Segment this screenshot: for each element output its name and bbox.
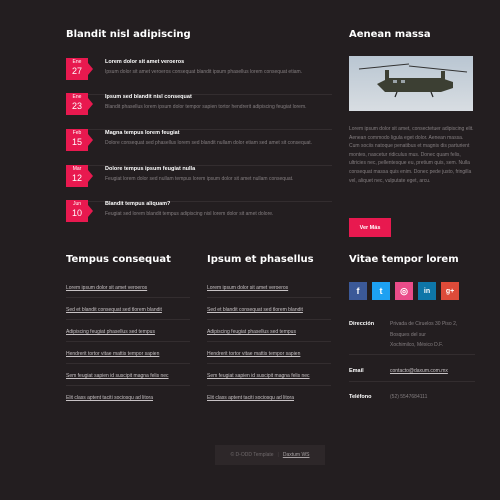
link-item[interactable]: Lorem ipsum dolor sit amet veroeros bbox=[66, 285, 147, 291]
address-label: Dirección bbox=[349, 321, 375, 327]
divider bbox=[66, 297, 190, 298]
event-day: 10 bbox=[71, 208, 82, 218]
link-item[interactable]: Elit class aptent taciti sociosqu ad lit… bbox=[66, 395, 153, 401]
event-month: Ene bbox=[72, 59, 82, 65]
divider bbox=[66, 341, 190, 342]
footer-bar: © D-ODD Template | Daxtum WS bbox=[215, 445, 325, 465]
event-text: Feugiat lorem dolor sed nullam tempus lo… bbox=[105, 176, 294, 182]
link-item[interactable]: Adipiscing feugiat phasellus sed tempus bbox=[207, 329, 296, 335]
event-month: Mar bbox=[72, 166, 82, 172]
address-line: Bosques del sur bbox=[390, 332, 426, 338]
event-item[interactable]: Ene 23 Ipsum sed blandit nisl consequat B… bbox=[66, 93, 332, 130]
dribbble-icon[interactable]: ◎ bbox=[395, 282, 413, 300]
event-item[interactable]: Feb 15 Magna tempus lorem feugiat Dolore … bbox=[66, 129, 332, 166]
event-text: Ipsum dolor sit amet veroeros consequat … bbox=[105, 69, 303, 75]
event-day: 23 bbox=[71, 101, 82, 111]
event-title[interactable]: Magna tempus lorem feugiat bbox=[105, 130, 180, 136]
ver-mas-button[interactable]: Ver Más bbox=[349, 218, 391, 237]
event-item[interactable]: Mar 12 Dolore tempus ipsum feugiat nulla … bbox=[66, 165, 332, 202]
event-day: 27 bbox=[71, 66, 82, 76]
address-line: Xochimilco, México D.F. bbox=[390, 342, 444, 348]
email-label: Email bbox=[349, 368, 364, 374]
linkedin-icon[interactable]: in bbox=[418, 282, 436, 300]
contact-title: Vitae tempor lorem bbox=[349, 254, 459, 265]
divider bbox=[207, 297, 331, 298]
divider bbox=[207, 319, 331, 320]
divider bbox=[349, 381, 475, 382]
event-month: Jun bbox=[72, 201, 82, 207]
link-item[interactable]: Sed et blandit consequat sed tlorem blan… bbox=[207, 307, 303, 313]
copyright-text: © D-ODD Template bbox=[230, 452, 274, 458]
footer-link[interactable]: Daxtum WS bbox=[283, 452, 310, 458]
about-text: Lorem ipsum dolor sit amet, consectetuer… bbox=[349, 126, 474, 184]
helicopter-image bbox=[349, 56, 473, 111]
phone-value: (52) 5547684111 bbox=[390, 394, 428, 400]
address-line: Privada de Ciruelos 30 Piso 2, bbox=[390, 321, 458, 327]
divider bbox=[66, 363, 190, 364]
link-item[interactable]: Sed et blandit consequat sed tlorem blan… bbox=[66, 307, 162, 313]
event-text: Feugiat sed lorem blandit tempus adipisc… bbox=[105, 211, 274, 217]
links-a-title: Tempus consequat bbox=[66, 254, 171, 265]
event-text: Dolore consequat sed phasellus lorem sed… bbox=[105, 140, 313, 146]
links-b-title: Ipsum et phasellus bbox=[207, 254, 314, 265]
link-item[interactable]: Sem feugiat sapien id suscipit magna fel… bbox=[207, 373, 310, 379]
link-item[interactable]: Elit class aptent taciti sociosqu ad lit… bbox=[207, 395, 294, 401]
event-item[interactable]: Jun 10 Blandit tempus aliquam? Feugiat se… bbox=[66, 200, 332, 237]
divider bbox=[349, 354, 475, 355]
link-item[interactable]: Lorem ipsum dolor sit amet veroeros bbox=[207, 285, 288, 291]
date-badge: Jun 10 bbox=[66, 200, 93, 222]
link-item[interactable]: Hendrerit tortor vitae mattis tempor sap… bbox=[66, 351, 159, 357]
date-badge: Feb 15 bbox=[66, 129, 93, 151]
event-text: Blandit phasellus lorem ipsum dolor temp… bbox=[105, 104, 307, 110]
divider bbox=[66, 385, 190, 386]
link-item[interactable]: Sem feugiat sapien id suscipit magna fel… bbox=[66, 373, 169, 379]
email-link[interactable]: contacto@daxum.com.mx bbox=[390, 367, 448, 375]
event-title[interactable]: Ipsum sed blandit nisl consequat bbox=[105, 94, 192, 100]
event-item[interactable]: Ene 27 Lorem dolor sit amet veroeros Ipsu… bbox=[66, 58, 332, 95]
link-item[interactable]: Adipiscing feugiat phasellus sed tempus bbox=[66, 329, 155, 335]
events-title: Blandit nisl adipiscing bbox=[66, 29, 191, 40]
date-badge: Mar 12 bbox=[66, 165, 93, 187]
event-title[interactable]: Blandit tempus aliquam? bbox=[105, 201, 170, 207]
date-badge: Ene 23 bbox=[66, 93, 93, 115]
facebook-icon[interactable]: f bbox=[349, 282, 367, 300]
event-month: Feb bbox=[72, 130, 82, 136]
event-day: 15 bbox=[71, 137, 82, 147]
twitter-icon[interactable]: t bbox=[372, 282, 390, 300]
event-month: Ene bbox=[72, 94, 82, 100]
link-item[interactable]: Hendrerit tortor vitae mattis tempor sap… bbox=[207, 351, 300, 357]
event-title[interactable]: Lorem dolor sit amet veroeros bbox=[105, 59, 184, 65]
divider bbox=[207, 385, 331, 386]
footer-separator: | bbox=[277, 452, 279, 458]
phone-label: Teléfono bbox=[349, 394, 372, 400]
event-day: 12 bbox=[71, 173, 82, 183]
divider bbox=[207, 363, 331, 364]
event-title[interactable]: Dolore tempus ipsum feugiat nulla bbox=[105, 166, 195, 172]
about-title: Aenean massa bbox=[349, 29, 431, 40]
divider bbox=[207, 341, 331, 342]
google-plus-icon[interactable]: g+ bbox=[441, 282, 459, 300]
divider bbox=[66, 319, 190, 320]
date-badge: Ene 27 bbox=[66, 58, 93, 80]
